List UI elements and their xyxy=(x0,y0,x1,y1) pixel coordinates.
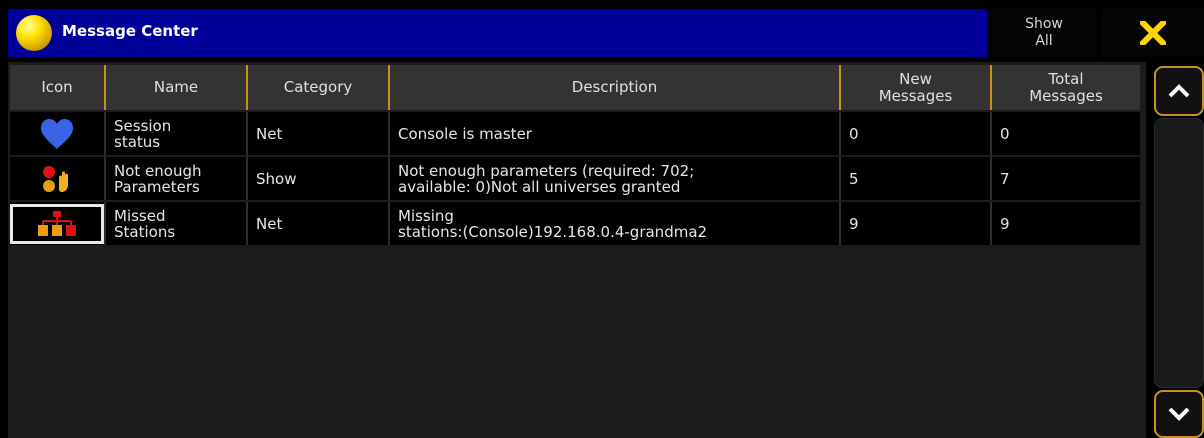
row-total-messages-cell[interactable]: 9 xyxy=(992,202,1140,245)
column-header-label: Icon xyxy=(41,78,73,96)
parameters-icon xyxy=(43,165,68,192)
selected-icon-frame xyxy=(10,203,104,244)
row-category-cell[interactable]: Net xyxy=(248,112,390,155)
message-center-window: Message Center Show All Icon Name Catego… xyxy=(0,0,1204,438)
row-new-messages: 9 xyxy=(849,214,859,233)
column-header-label: New xyxy=(899,69,932,88)
close-x-icon xyxy=(1140,21,1166,45)
row-description-line1: Missing xyxy=(398,206,454,225)
show-all-label-line2: All xyxy=(1035,33,1053,49)
column-header-label: Messages xyxy=(878,86,953,105)
row-icon-cell[interactable] xyxy=(10,157,106,200)
column-header-total-messages[interactable]: Total Messages xyxy=(992,65,1140,110)
row-total-messages: 9 xyxy=(1000,214,1010,233)
column-header-label: Messages xyxy=(1029,86,1103,105)
table-row[interactable]: Session status Net Console is master 0 0 xyxy=(10,112,1140,155)
scroll-up-button[interactable] xyxy=(1154,66,1204,116)
chevron-down-icon xyxy=(1168,407,1190,421)
show-all-label-line1: Show xyxy=(1025,16,1063,32)
row-name-line1: Session xyxy=(114,116,172,135)
row-total-messages-cell[interactable]: 7 xyxy=(992,157,1140,200)
row-category-cell[interactable]: Net xyxy=(248,202,390,245)
table-row[interactable]: Not enough Parameters Show Not enough pa… xyxy=(10,157,1140,200)
scroll-track[interactable] xyxy=(1154,118,1204,388)
row-total-messages: 7 xyxy=(1000,169,1010,188)
row-description-line1: Not enough parameters (required: 702; xyxy=(398,161,695,180)
row-name-line2: Stations xyxy=(114,222,176,241)
vertical-scrollbar[interactable] xyxy=(1146,62,1204,438)
network-stations-icon xyxy=(38,210,76,236)
row-description-line2: available: 0)Not all universes granted xyxy=(398,177,681,196)
title-bar: Message Center Show All xyxy=(0,0,1204,62)
row-category: Net xyxy=(256,124,283,143)
empty-table-area[interactable] xyxy=(10,247,1140,438)
row-category-cell[interactable]: Show xyxy=(248,157,390,200)
scroll-down-button[interactable] xyxy=(1154,390,1204,438)
column-header-label: Category xyxy=(283,78,353,96)
row-total-messages-cell[interactable]: 0 xyxy=(992,112,1140,155)
row-description-cell[interactable]: Not enough parameters (required: 702; av… xyxy=(390,157,841,200)
row-description-line1: Console is master xyxy=(398,124,532,143)
row-description-line2: stations:(Console)192.168.0.4-grandma2 xyxy=(398,222,708,241)
column-header-icon[interactable]: Icon xyxy=(10,65,106,110)
row-description-cell[interactable]: Console is master xyxy=(390,112,841,155)
row-new-messages: 5 xyxy=(849,169,859,188)
row-name-line1: Not enough xyxy=(114,161,202,180)
table-header: Icon Name Category Description New Messa… xyxy=(10,65,1140,110)
row-name-cell[interactable]: Not enough Parameters xyxy=(106,157,248,200)
row-total-messages: 0 xyxy=(1000,124,1010,143)
show-all-button[interactable]: Show All xyxy=(992,9,1096,57)
column-header-label: Name xyxy=(153,78,199,96)
column-header-category[interactable]: Category xyxy=(248,65,390,110)
row-new-messages-cell[interactable]: 9 xyxy=(841,202,992,245)
column-header-label: Total xyxy=(1048,69,1084,88)
window-title: Message Center xyxy=(62,22,198,40)
column-header-new-messages[interactable]: New Messages xyxy=(841,65,992,110)
row-new-messages-cell[interactable]: 0 xyxy=(841,112,992,155)
row-category: Net xyxy=(256,214,283,233)
row-new-messages: 0 xyxy=(849,124,859,143)
column-header-label: Description xyxy=(571,78,658,96)
table-row[interactable]: Missed Stations Net Missing stations:(Co… xyxy=(10,202,1140,245)
yellow-orb-icon xyxy=(16,15,52,51)
row-description-cell[interactable]: Missing stations:(Console)192.168.0.4-gr… xyxy=(390,202,841,245)
column-header-name[interactable]: Name xyxy=(106,65,248,110)
message-table: Icon Name Category Description New Messa… xyxy=(8,62,1146,438)
column-header-description[interactable]: Description xyxy=(390,65,841,110)
row-icon-cell[interactable] xyxy=(10,112,106,155)
chevron-up-icon xyxy=(1168,84,1190,98)
row-name-line2: Parameters xyxy=(114,177,200,196)
row-name-cell[interactable]: Session status xyxy=(106,112,248,155)
row-name-line1: Missed xyxy=(114,206,166,225)
row-category: Show xyxy=(256,169,297,188)
row-icon-cell[interactable] xyxy=(10,202,106,245)
close-button[interactable] xyxy=(1102,9,1204,57)
row-name-cell[interactable]: Missed Stations xyxy=(106,202,248,245)
row-new-messages-cell[interactable]: 5 xyxy=(841,157,992,200)
heart-icon xyxy=(41,118,73,149)
row-name-line2: status xyxy=(114,132,161,151)
